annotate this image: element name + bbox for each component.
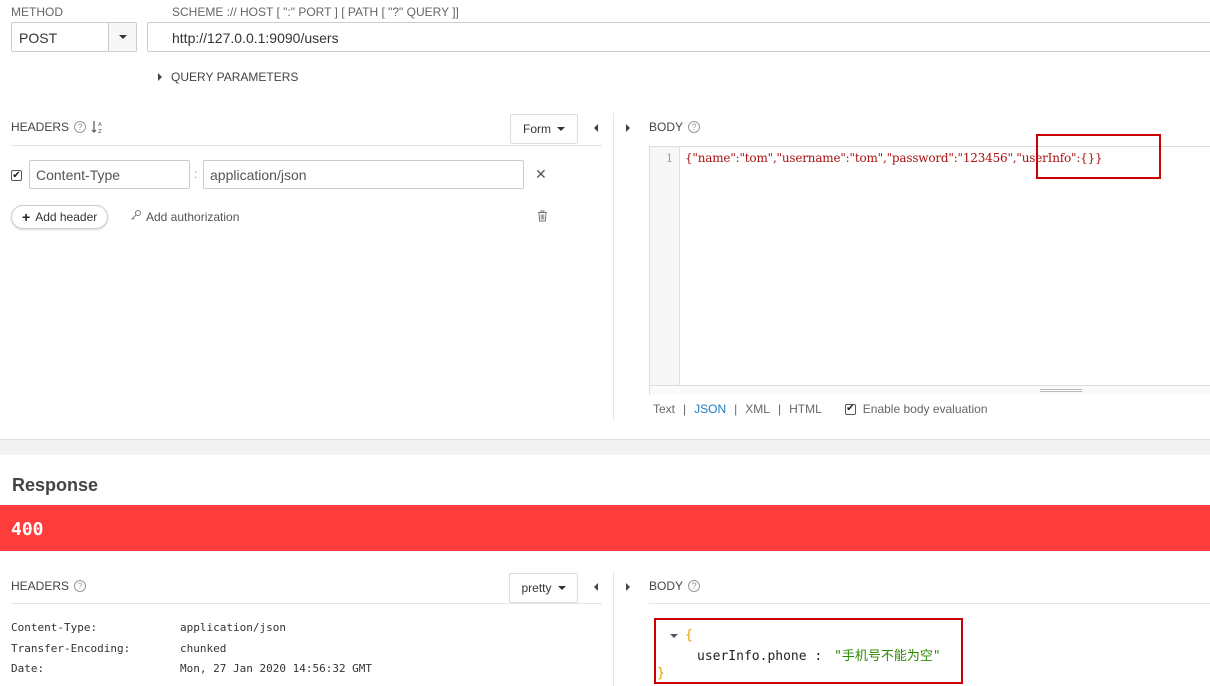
collapse-right-icon[interactable] — [626, 583, 630, 591]
separator: | — [777, 402, 782, 416]
pretty-button[interactable]: pretty — [509, 573, 578, 603]
body-type-html[interactable]: HTML — [789, 402, 822, 416]
json-separator: : — [814, 649, 823, 664]
url-format-label: SCHEME :// HOST [ ":" PORT ] [ PATH [ "?… — [172, 5, 459, 19]
separator: | — [734, 402, 738, 416]
json-close-brace: } — [657, 666, 665, 681]
divider — [649, 603, 1210, 604]
add-authorization-link[interactable]: Add authorization — [130, 209, 239, 224]
collapse-triangle-icon — [670, 633, 678, 638]
status-code: 400 — [11, 519, 44, 540]
resize-grip-icon[interactable] — [1040, 389, 1082, 392]
method-select[interactable]: POST — [11, 22, 137, 52]
help-circle-icon[interactable]: ? — [74, 121, 87, 133]
json-value: "手机号不能为空" — [834, 649, 941, 664]
response-header-row: Date: Mon, 27 Jan 2020 14:56:32 GMT — [11, 662, 373, 675]
separator: | — [683, 402, 687, 416]
svg-text:A: A — [98, 122, 102, 128]
chevron-down-icon — [557, 127, 565, 131]
json-property: userInfo.phone : "手机号不能为空" — [697, 645, 941, 664]
line-gutter: 1 — [650, 147, 680, 385]
divider — [11, 603, 602, 604]
method-label: METHOD — [11, 5, 63, 19]
query-parameters-label: QUERY PARAMETERS — [171, 70, 299, 84]
caret-right-icon — [158, 73, 162, 81]
request-body-title: BODY ? — [649, 120, 701, 134]
response-header-row: Transfer-Encoding: chunked — [11, 641, 227, 655]
response-header-row: Content-Type: application/json — [11, 621, 286, 634]
help-circle-icon[interactable]: ? — [688, 121, 701, 133]
svg-text:Z: Z — [98, 129, 102, 134]
help-circle-icon[interactable]: ? — [688, 580, 701, 592]
body-type-json[interactable]: JSON — [694, 402, 726, 416]
add-header-button[interactable]: + Add header — [11, 205, 109, 229]
body-type-switcher: Text | JSON | XML | HTML ✔ Enable body e… — [653, 402, 988, 416]
collapse-left-icon[interactable] — [594, 583, 598, 591]
body-type-text[interactable]: Text — [653, 402, 675, 416]
editor-resize-bar[interactable] — [650, 385, 1210, 395]
url-input[interactable]: http://127.0.0.1:9090/users — [147, 22, 1210, 52]
key-icon — [130, 209, 142, 224]
line-number: 1 — [666, 152, 673, 165]
section-divider — [0, 439, 1210, 455]
close-icon[interactable]: ✕ — [535, 166, 547, 183]
method-dropdown-button[interactable] — [108, 23, 136, 51]
highlight-box — [1036, 134, 1161, 179]
header-name-input[interactable]: Content-Type — [29, 160, 190, 189]
header-separator: : — [194, 167, 198, 181]
enable-body-evaluation-label: Enable body evaluation — [862, 402, 988, 416]
json-tree-toggle[interactable]: { — [670, 628, 693, 643]
panel-divider — [613, 572, 614, 686]
status-bar — [0, 505, 1210, 551]
body-editor[interactable]: 1 {"name":"tom","username":"tom","passwo… — [649, 146, 1210, 395]
header-value-input[interactable]: application/json — [203, 160, 524, 189]
enable-body-evaluation-checkbox[interactable]: ✔ — [844, 403, 856, 415]
plus-icon: + — [22, 209, 31, 225]
response-body-title: BODY ? — [649, 579, 701, 593]
panel-divider — [613, 113, 614, 420]
response-headers-title: HEADERS ? — [11, 579, 87, 593]
collapse-left-icon[interactable] — [594, 124, 598, 132]
help-circle-icon[interactable]: ? — [74, 580, 87, 592]
json-open-brace: { — [685, 628, 693, 643]
header-enabled-checkbox[interactable]: ✔ — [11, 170, 22, 181]
headers-form-button[interactable]: Form — [510, 114, 578, 144]
response-headers-list: Content-Type: application/json Transfer-E… — [11, 621, 372, 683]
json-key: userInfo.phone — [697, 649, 807, 664]
query-parameters-toggle[interactable]: QUERY PARAMETERS — [158, 70, 298, 84]
trash-icon[interactable] — [537, 210, 548, 225]
method-value: POST — [19, 30, 58, 46]
response-title: Response — [12, 475, 99, 495]
body-type-xml[interactable]: XML — [745, 402, 770, 416]
request-headers-title: HEADERS ? AZ — [11, 120, 105, 135]
code-prefix: {"name":"tom","username":"tom","password… — [685, 151, 1017, 165]
chevron-down-icon — [118, 35, 127, 39]
sort-alpha-icon[interactable]: AZ — [91, 120, 105, 135]
chevron-down-icon — [557, 586, 566, 590]
divider — [11, 145, 602, 146]
collapse-right-icon[interactable] — [626, 124, 630, 132]
